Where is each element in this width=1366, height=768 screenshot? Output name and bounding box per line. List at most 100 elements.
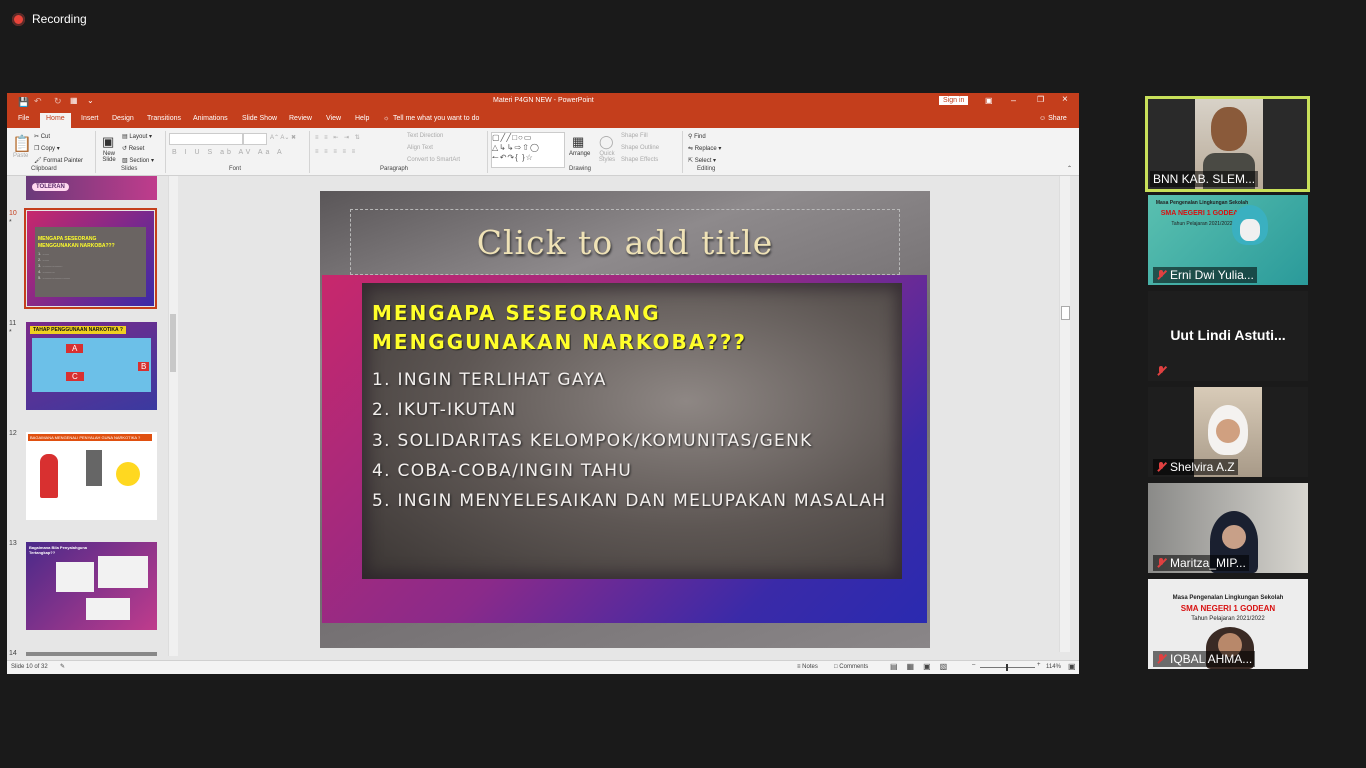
align-text-button[interactable]: Align Text bbox=[407, 145, 433, 151]
slide-heading: MENGAPA SESEORANG MENGGUNAKAN NARKOBA??? bbox=[372, 299, 912, 357]
paste-icon[interactable]: 📋 bbox=[12, 134, 32, 154]
share-button[interactable]: ☺ Share bbox=[1039, 115, 1067, 122]
lightbulb-icon: ☼ bbox=[383, 115, 390, 122]
shapes-gallery[interactable]: ▢╱╱□○▭ △↳↳⇨⇧◯ ↼↶↷{ }☆ bbox=[491, 132, 565, 168]
reset-button[interactable]: ↺ Reset bbox=[122, 145, 144, 152]
zoom-in-icon[interactable]: + bbox=[1037, 662, 1041, 668]
current-slide[interactable]: Click to add title MENGAPA SESEORANG MEN… bbox=[320, 191, 930, 648]
font-family-select[interactable] bbox=[169, 133, 243, 145]
customize-icon[interactable]: ⌄ bbox=[87, 96, 94, 105]
new-slide-button[interactable]: New Slide bbox=[98, 151, 120, 163]
zoom-level[interactable]: 114% bbox=[1046, 664, 1061, 670]
close-icon[interactable]: × bbox=[1062, 94, 1068, 105]
layout-button[interactable]: ▤ Layout ▾ bbox=[122, 133, 152, 140]
paste-button[interactable]: Paste bbox=[13, 153, 28, 159]
fit-slide-icon[interactable]: ▣ bbox=[1068, 662, 1076, 671]
tab-review[interactable]: Review bbox=[289, 115, 312, 122]
view-buttons[interactable]: ▤▦▣▧ bbox=[890, 662, 956, 671]
comments-button[interactable]: □ Comments bbox=[834, 664, 868, 670]
arrange-icon[interactable]: ▦ bbox=[572, 134, 584, 150]
text-direction-button[interactable]: Text Direction bbox=[407, 133, 443, 139]
tab-slide-show[interactable]: Slide Show bbox=[242, 115, 277, 122]
scrollbar-thumb[interactable] bbox=[1061, 306, 1070, 320]
slide-thumbnail-9[interactable]: TOLERAN bbox=[26, 176, 157, 200]
banner-line: SMA NEGERI 1 GODEAN bbox=[1180, 604, 1276, 613]
tab-help[interactable]: Help bbox=[355, 115, 369, 122]
participant-name: Shelvira A.Z bbox=[1170, 460, 1235, 474]
list-buttons[interactable]: ≡ ≡ ⇤ ⇥ ⇅ bbox=[315, 134, 362, 141]
tab-animations[interactable]: Animations bbox=[193, 115, 228, 122]
tab-design[interactable]: Design bbox=[112, 115, 134, 122]
arrange-button[interactable]: Arrange bbox=[569, 151, 590, 157]
window-title: Materi P4GN NEW - PowerPoint bbox=[493, 97, 594, 104]
convert-smartart-button[interactable]: Convert to SmartArt bbox=[407, 157, 460, 163]
slide-thumbnail-11[interactable]: TAHAP PENGGUNAAN NARKOTIKA ? A B C bbox=[26, 322, 157, 410]
mic-muted-icon bbox=[1156, 366, 1166, 376]
find-button[interactable]: ⚲ Find bbox=[688, 133, 706, 140]
participant-tile-active[interactable]: BNN KAB. SLEM... bbox=[1145, 96, 1310, 192]
save-icon[interactable]: 💾 bbox=[18, 97, 29, 108]
zoom-slider-handle[interactable] bbox=[1006, 664, 1008, 671]
slide-scrollbar[interactable] bbox=[1059, 176, 1070, 652]
align-buttons[interactable]: ≡ ≡ ≡ ≡ ≡ bbox=[315, 149, 357, 155]
slide-number: 11 bbox=[9, 320, 17, 327]
zoom-slider[interactable] bbox=[980, 664, 1035, 671]
thumbnail-title: BAGAIMANA MENGENALI PENYALAH GUNA NARKOT… bbox=[28, 434, 152, 441]
restore-icon[interactable]: ❐ bbox=[1037, 95, 1044, 104]
participant-tile[interactable]: Maritza_MIP... bbox=[1148, 483, 1308, 573]
minimize-icon[interactable]: – bbox=[1011, 95, 1016, 105]
participant-name-tag bbox=[1153, 363, 1173, 379]
section-label: Section bbox=[129, 158, 150, 164]
tab-insert[interactable]: Insert bbox=[81, 115, 99, 122]
list-item: 3. SOLIDARITAS KELOMPOK/KOMUNITAS/GENK bbox=[372, 430, 813, 451]
mic-muted-icon bbox=[1156, 462, 1166, 472]
replace-button[interactable]: ⇋ Replace ▾ bbox=[688, 145, 721, 152]
shape-fill-button[interactable]: Shape Fill bbox=[621, 133, 648, 139]
quick-styles-icon[interactable]: ◯ bbox=[599, 134, 614, 150]
slideshow-icon[interactable]: ▦ bbox=[70, 96, 78, 105]
participant-tile[interactable]: Masa Pengenalan Lingkungan Sekolah SMA N… bbox=[1148, 195, 1308, 285]
slide-thumbnail-10[interactable]: MENGAPA SESEORANG MENGGUNAKAN NARKOBA???… bbox=[27, 211, 154, 306]
divider bbox=[487, 131, 488, 173]
ribbon-display-icon[interactable]: ▣ bbox=[985, 96, 993, 105]
participant-name-tag: Maritza_MIP... bbox=[1153, 555, 1249, 571]
participant-tile[interactable]: Shelvira A.Z bbox=[1148, 387, 1308, 477]
title-placeholder[interactable]: Click to add title bbox=[350, 209, 900, 275]
undo-icon[interactable]: ↶ bbox=[34, 96, 42, 107]
collapse-ribbon-icon[interactable]: ⌃ bbox=[1067, 165, 1072, 172]
shape-effects-button[interactable]: Shape Effects bbox=[621, 157, 658, 163]
tell-me-search[interactable]: Tell me what you want to do bbox=[393, 115, 479, 122]
participant-tile[interactable]: Masa Pengenalan Lingkungan Sekolah SMA N… bbox=[1148, 579, 1308, 669]
spellcheck-icon[interactable]: ✎ bbox=[60, 663, 65, 670]
tab-file[interactable]: File bbox=[18, 115, 29, 122]
format-painter-button[interactable]: 🖌 Format Painter bbox=[34, 157, 83, 164]
cut-button[interactable]: ✂ Cut bbox=[34, 133, 50, 140]
slide-number: 12 bbox=[9, 430, 17, 437]
tab-view[interactable]: View bbox=[326, 115, 341, 122]
participant-tile[interactable]: Uut Lindi Astuti... bbox=[1148, 291, 1308, 381]
select-button[interactable]: ⇱ Select ▾ bbox=[688, 157, 716, 164]
quick-styles-button[interactable]: Quick Styles bbox=[596, 151, 618, 163]
font-style-buttons[interactable]: B I U S ab AV Aa A bbox=[172, 149, 285, 156]
sign-in-button[interactable]: Sign in bbox=[939, 96, 969, 105]
ribbon: 📋 Paste ✂ Cut ❐ Copy ▾ 🖌 Format Painter … bbox=[7, 128, 1079, 176]
slide-number: 14 bbox=[9, 650, 17, 657]
section-button[interactable]: ▧ Section ▾ bbox=[122, 157, 154, 164]
reason-list: 1. INGIN TERLIHAT GAYA 2. IKUT-IKUTAN 3.… bbox=[372, 365, 886, 516]
notes-button[interactable]: ≡ Notes bbox=[797, 664, 818, 670]
thumbnail-scrollbar[interactable] bbox=[168, 176, 178, 656]
new-slide-icon[interactable]: ▣ bbox=[102, 134, 114, 150]
font-size-controls[interactable]: A⌃ A⌄ ✖ bbox=[270, 134, 296, 141]
shape-outline-button[interactable]: Shape Outline bbox=[621, 145, 659, 151]
slide-thumbnail-12[interactable]: BAGAIMANA MENGENALI PENYALAH GUNA NARKOT… bbox=[26, 432, 157, 520]
slide-thumbnail-14[interactable] bbox=[26, 652, 157, 656]
copy-button[interactable]: ❐ Copy ▾ bbox=[34, 145, 60, 152]
slide-thumbnail-13[interactable]: Bagaimana Bila Penyalahguna Tertangkap?? bbox=[26, 542, 157, 630]
banner-line: Tahun Pelajaran 2021/2022 bbox=[1191, 616, 1265, 622]
zoom-out-icon[interactable]: – bbox=[972, 662, 975, 668]
slide-picture[interactable]: MENGAPA SESEORANG MENGGUNAKAN NARKOBA???… bbox=[322, 275, 927, 623]
font-size-select[interactable] bbox=[243, 133, 267, 145]
tab-transitions[interactable]: Transitions bbox=[147, 115, 181, 122]
scrollbar-thumb[interactable] bbox=[170, 314, 176, 372]
redo-icon[interactable]: ↻ bbox=[54, 96, 62, 107]
